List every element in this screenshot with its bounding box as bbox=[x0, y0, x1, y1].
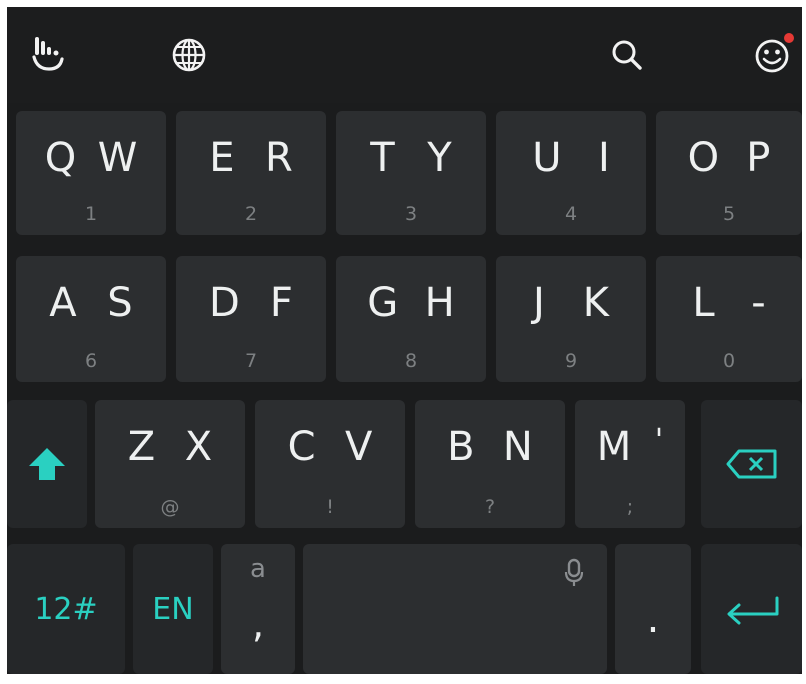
key-hint: ; bbox=[626, 496, 634, 518]
keyboard-toolbar bbox=[7, 7, 802, 103]
key-primary-letter: G bbox=[367, 280, 399, 326]
key-secondary-letter: P bbox=[746, 135, 771, 181]
key-primary-letter: D bbox=[209, 280, 240, 326]
enter-arrow-icon bbox=[727, 596, 778, 625]
key-primary-letter: L bbox=[692, 280, 715, 326]
enter-key[interactable] bbox=[701, 544, 802, 674]
key-secondary-letter: N bbox=[502, 424, 533, 470]
key-secondary-letter: R bbox=[264, 135, 293, 181]
key-secondary-letter: K bbox=[582, 280, 609, 326]
key-zx[interactable]: ZX @ bbox=[95, 400, 245, 528]
key-er[interactable]: ER 2 bbox=[176, 111, 326, 235]
shift-arrow-icon bbox=[29, 448, 65, 480]
period-label: . bbox=[646, 596, 660, 642]
key-hint: 8 bbox=[404, 350, 418, 372]
period-key[interactable]: . bbox=[615, 544, 691, 674]
key-primary-letter: C bbox=[287, 424, 316, 470]
key-gh[interactable]: GH 8 bbox=[336, 256, 486, 382]
key-primary-letter: A bbox=[49, 280, 77, 326]
key-primary-letter: B bbox=[447, 424, 475, 470]
key-jk[interactable]: JK 9 bbox=[496, 256, 646, 382]
key-primary-letter: Q bbox=[44, 135, 77, 181]
language-label: EN bbox=[152, 591, 194, 627]
key-hint: 3 bbox=[404, 203, 418, 225]
comma-key[interactable]: a , bbox=[221, 544, 295, 674]
space-key[interactable] bbox=[303, 544, 607, 674]
key-ty[interactable]: TY 3 bbox=[336, 111, 486, 235]
key-secondary-letter: I bbox=[597, 135, 610, 181]
backspace-icon bbox=[726, 449, 776, 479]
key-hint: 2 bbox=[244, 203, 258, 225]
key-primary-letter: J bbox=[532, 280, 545, 326]
key-hint: 4 bbox=[564, 203, 578, 225]
comma-hint-glyph: a bbox=[250, 554, 266, 584]
key-secondary-letter: Y bbox=[427, 135, 452, 181]
key-hint: 1 bbox=[84, 203, 98, 225]
numbers-label: 12# bbox=[34, 591, 98, 627]
key-l-dash[interactable]: L- 0 bbox=[656, 256, 802, 382]
comma-label: , bbox=[251, 602, 265, 646]
key-secondary-letter: - bbox=[751, 280, 766, 326]
key-ui[interactable]: UI 4 bbox=[496, 111, 646, 235]
key-m-apostrophe[interactable]: M ' ; bbox=[575, 400, 685, 528]
key-hint: ? bbox=[484, 496, 496, 518]
key-hint: 5 bbox=[722, 203, 736, 225]
key-secondary-letter: V bbox=[344, 424, 373, 470]
key-secondary-letter: X bbox=[184, 424, 213, 470]
key-hint: 6 bbox=[84, 350, 98, 372]
key-hint: @ bbox=[160, 496, 180, 518]
key-secondary-letter: H bbox=[424, 280, 455, 326]
key-op[interactable]: OP 5 bbox=[656, 111, 802, 235]
keyboard: QW 1 ER 2 TY 3 UI 4 OP 5 AS 6 DF 7 GH 8 … bbox=[7, 7, 802, 674]
key-secondary-letter: ' bbox=[654, 423, 664, 458]
key-bn[interactable]: BN ? bbox=[415, 400, 565, 528]
key-primary-letter: U bbox=[532, 135, 562, 181]
globe-icon[interactable] bbox=[165, 31, 213, 79]
key-qw[interactable]: QW 1 bbox=[16, 111, 166, 235]
key-primary-letter: Z bbox=[127, 424, 156, 470]
key-hint: 7 bbox=[244, 350, 258, 372]
key-primary-letter: E bbox=[209, 135, 235, 181]
gesture-hand-icon[interactable] bbox=[25, 31, 73, 79]
backspace-key[interactable] bbox=[701, 400, 802, 528]
key-cv[interactable]: CV ! bbox=[255, 400, 405, 528]
shift-key[interactable] bbox=[7, 400, 87, 528]
key-secondary-letter: W bbox=[97, 135, 138, 181]
key-secondary-letter: F bbox=[269, 280, 293, 326]
search-icon[interactable] bbox=[603, 31, 651, 79]
key-primary-letter: M bbox=[596, 424, 632, 470]
key-hint: ! bbox=[326, 496, 334, 518]
key-as[interactable]: AS 6 bbox=[16, 256, 166, 382]
numbers-symbols-key[interactable]: 12# bbox=[7, 544, 125, 674]
key-primary-letter: T bbox=[370, 135, 395, 181]
emoji-icon[interactable] bbox=[748, 31, 796, 79]
key-secondary-letter: S bbox=[107, 280, 133, 326]
key-hint: 9 bbox=[564, 350, 578, 372]
microphone-icon bbox=[564, 558, 584, 586]
notification-dot bbox=[784, 33, 794, 43]
key-primary-letter: O bbox=[687, 135, 720, 181]
language-key[interactable]: EN bbox=[133, 544, 213, 674]
key-hint: 0 bbox=[722, 350, 736, 372]
key-df[interactable]: DF 7 bbox=[176, 256, 326, 382]
